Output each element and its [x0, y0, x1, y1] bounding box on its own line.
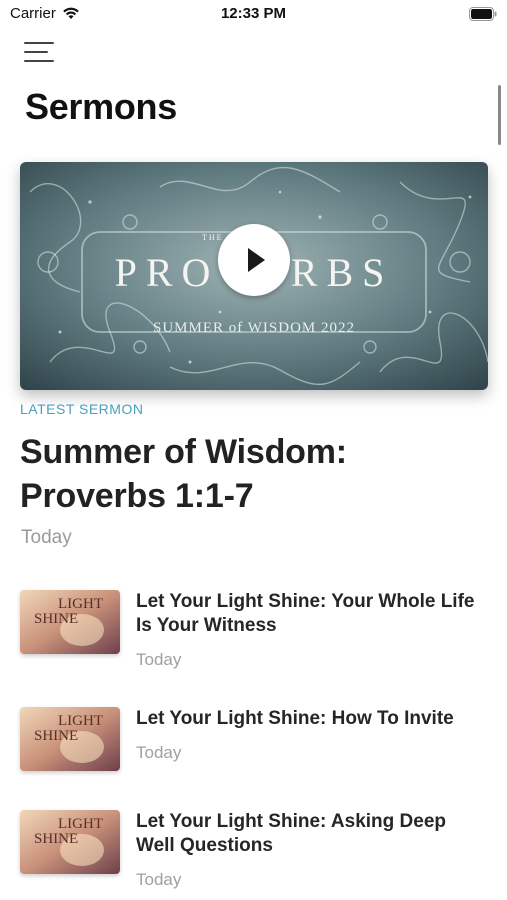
thumbnail-text: LIGHT — [58, 596, 103, 612]
thumbnail-text: SHINE — [34, 831, 78, 847]
thumbnail-text: LIGHT — [58, 713, 103, 729]
sermon-thumbnail: LIGHT SHINE — [20, 707, 120, 771]
latest-sermon-title[interactable]: Summer of Wisdom: Proverbs 1:1-7 — [20, 430, 480, 518]
sermon-title: Let Your Light Shine: Asking Deep Well Q… — [136, 811, 447, 856]
latest-sermon-date: Today — [21, 527, 72, 548]
sermon-thumbnail: LIGHT SHINE — [20, 810, 120, 874]
play-icon — [248, 248, 265, 272]
status-bar: Carrier 12:33 PM — [0, 0, 507, 30]
sermon-date: Today — [136, 870, 182, 889]
featured-sermon-artwork[interactable]: THE BOOK OF PROVERBS SUMMER of WISDOM 20… — [20, 162, 488, 390]
hamburger-menu-icon[interactable] — [24, 42, 54, 64]
status-time: 12:33 PM — [220, 5, 287, 22]
sermon-thumbnail: LIGHT SHINE — [20, 590, 120, 654]
sermon-date: Today — [136, 743, 182, 762]
sermon-title: Let Your Light Shine: How To Invite — [136, 708, 454, 729]
sermon-date: Today — [136, 650, 182, 669]
artwork-subtitle: SUMMER of WISDOM 2022 — [153, 320, 355, 336]
page-title: Sermons — [25, 86, 177, 127]
battery-icon — [469, 7, 497, 21]
thumbnail-text: LIGHT — [58, 816, 103, 832]
scroll-indicator[interactable] — [498, 85, 501, 145]
sermon-title: Let Your Light Shine: Your Whole Life Is… — [136, 591, 475, 636]
thumbnail-text: SHINE — [34, 611, 78, 627]
thumbnail-text: SHINE — [34, 728, 78, 744]
play-button[interactable] — [218, 224, 290, 296]
latest-sermon-label: LATEST SERMON — [20, 401, 144, 417]
